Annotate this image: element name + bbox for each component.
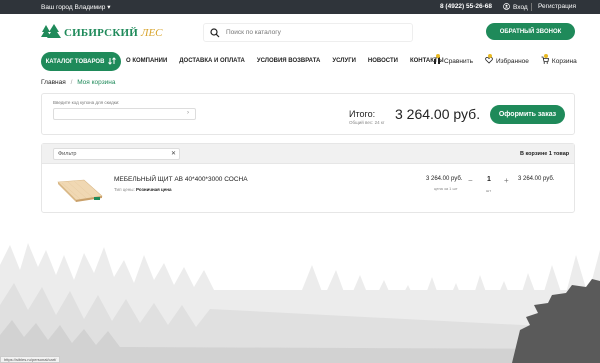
quantity-increment-button[interactable]: + — [504, 176, 509, 185]
line-total: 3 264.00 руб. — [518, 176, 555, 182]
breadcrumb-separator: / — [70, 79, 73, 86]
callback-button[interactable]: ОБРАТНЫЙ ЗВОНОК — [486, 23, 575, 40]
breadcrumb: Главная / Моя корзина — [41, 79, 116, 86]
filter-input[interactable]: Фильтр — [53, 148, 180, 160]
cart-badge — [543, 54, 548, 58]
chevron-right-icon[interactable]: › — [187, 110, 189, 116]
total-label: Итого: — [349, 109, 376, 119]
cart-count: В корзине 1 товар — [520, 151, 570, 157]
nav-item-delivery[interactable]: ДОСТАВКА И ОПЛАТА — [179, 58, 245, 64]
favorites-label: Избранное — [495, 57, 529, 65]
login-link[interactable]: Вход — [503, 3, 528, 12]
chevron-down-icon: ▾ — [107, 4, 111, 11]
city-selector[interactable]: Ваш город Владимир ▾ — [41, 3, 110, 11]
logo[interactable]: СИБИРСКИЙ ЛЕС — [41, 24, 163, 42]
top-bar: Ваш город Владимир ▾ 8 (4922) 55-26-68 В… — [0, 0, 600, 14]
favorites-badge — [487, 54, 492, 58]
register-link[interactable]: Регистрация — [538, 3, 576, 10]
coupon-input[interactable] — [53, 108, 196, 120]
product-name[interactable]: МЕБЕЛЬНЫЙ ЩИТ АВ 40*400*3000 СОСНА — [114, 176, 248, 183]
catalog-button[interactable]: КАТАЛОГ ТОВАРОВ — [41, 52, 121, 71]
login-label: Вход — [513, 4, 528, 11]
favorites-link[interactable]: Избранное — [485, 54, 529, 66]
sort-arrows-icon — [108, 56, 117, 67]
close-icon[interactable]: ✕ — [171, 150, 176, 157]
cart-link[interactable]: Корзина — [541, 54, 577, 66]
total-sum: 3 264.00 руб. — [395, 106, 481, 122]
coupon-label: Введите код купона для скидки: — [53, 100, 120, 105]
quantity-unit: шт — [486, 188, 492, 193]
search-bar — [203, 23, 413, 42]
user-actions: Сравнить Избранное Корзина — [433, 54, 577, 66]
nav-item-services[interactable]: УСЛУГИ — [332, 58, 356, 64]
cart-list: Фильтр ✕ В корзине 1 товар МЕБЕЛЬНЫЙ ЩИТ… — [41, 143, 575, 213]
logo-text-main: СИБИРСКИЙ — [64, 27, 139, 39]
main-nav: О КОМПАНИИ ДОСТАВКА И ОПЛАТА УСЛОВИЯ ВОЗ… — [126, 58, 444, 64]
price-type: Тип цены: Розничная цена — [114, 187, 172, 192]
product-image[interactable] — [54, 172, 106, 208]
nav-item-news[interactable]: НОВОСТИ — [368, 58, 398, 64]
forest-background — [0, 243, 600, 363]
total-weight: Общий вес: 24 кг — [349, 120, 385, 125]
cart-label: Корзина — [551, 57, 577, 65]
unit-price-note: цена за 1 шт — [434, 186, 458, 191]
search-input[interactable] — [226, 29, 406, 36]
tree-logo-icon — [41, 24, 61, 42]
nav-item-about[interactable]: О КОМПАНИИ — [126, 58, 167, 64]
price-type-label: Тип цены: — [114, 187, 135, 192]
price-type-value: Розничная цена — [136, 187, 172, 192]
city-label: Ваш город Владимир — [41, 4, 106, 11]
cart-list-header: Фильтр ✕ В корзине 1 товар — [42, 144, 574, 164]
quantity-input[interactable]: 1 — [482, 173, 496, 187]
divider — [531, 3, 532, 11]
user-icon — [503, 3, 510, 12]
catalog-label: КАТАЛОГ ТОВАРОВ — [45, 58, 105, 65]
search-icon[interactable] — [210, 27, 220, 38]
unit-price: 3 264.00 руб. — [426, 176, 463, 182]
breadcrumb-current: Моя корзина — [77, 79, 116, 86]
checkout-button[interactable]: Оформить заказ — [490, 105, 565, 124]
compare-link[interactable]: Сравнить — [433, 54, 473, 66]
compare-label: Сравнить — [444, 57, 473, 65]
order-summary-panel: Введите код купона для скидки: › Итого: … — [41, 93, 575, 135]
compare-badge — [436, 54, 440, 58]
nav-item-returns[interactable]: УСЛОВИЯ ВОЗВРАТА — [257, 58, 321, 64]
quantity-decrement-button[interactable]: − — [468, 176, 473, 185]
breadcrumb-home[interactable]: Главная — [41, 79, 66, 86]
status-url: https://sibles.ru/personal/cart/ — [0, 356, 61, 363]
phone-number[interactable]: 8 (4922) 55-26-68 — [440, 3, 492, 10]
logo-text-accent: ЛЕС — [141, 27, 163, 39]
